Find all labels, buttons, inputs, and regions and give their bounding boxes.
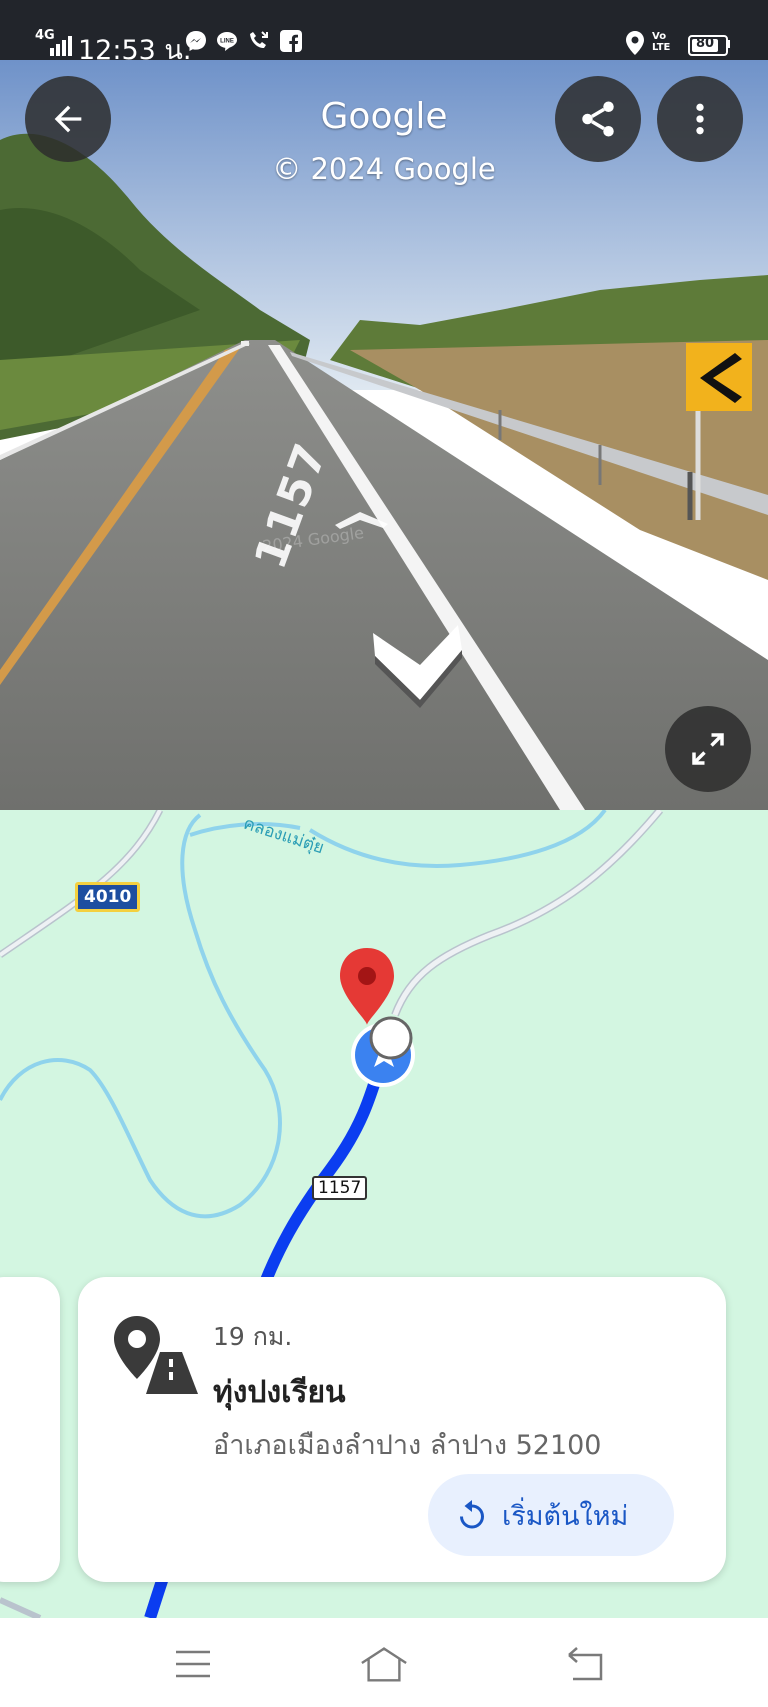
restart-icon xyxy=(460,1500,484,1529)
svg-text:LINE: LINE xyxy=(220,39,234,45)
place-card[interactable]: 19 กม. ทุ่งปงเรียน อำเภอเมืองลำปาง ลำปาง… xyxy=(78,1277,726,1582)
back-nav-icon xyxy=(568,1647,603,1681)
system-nav-bar xyxy=(0,1618,768,1707)
missed-call-icon xyxy=(250,31,268,48)
copyright-text: © 2024 Google xyxy=(272,152,496,186)
back-button[interactable] xyxy=(25,76,111,162)
signal-icon xyxy=(50,36,72,56)
share-button[interactable] xyxy=(555,76,641,162)
more-options-button[interactable] xyxy=(657,76,743,162)
expand-button[interactable] xyxy=(665,706,751,792)
place-address: อำเภอเมืองลำปาง ลำปาง 52100 xyxy=(213,1430,602,1461)
line-icon: LINE xyxy=(217,32,237,51)
back-nav-button[interactable] xyxy=(560,1644,610,1684)
distance-text: 19 กม. xyxy=(213,1322,293,1351)
battery-percent: 80 xyxy=(696,36,715,51)
battery-tip xyxy=(727,40,730,48)
place-pin-icon xyxy=(114,1316,198,1394)
restart-button[interactable]: เริ่มต้นใหม่ xyxy=(428,1474,674,1556)
share-icon xyxy=(582,101,614,137)
restart-label: เริ่มต้นใหม่ xyxy=(502,1500,629,1532)
location-icon xyxy=(626,31,644,55)
highway-shield-4010[interactable]: 4010 xyxy=(75,882,141,912)
expand-icon xyxy=(692,733,724,765)
menu-icon xyxy=(176,1650,210,1678)
street-view-panel[interactable]: 1157 2024 Google Google © 2024 Google xyxy=(0,60,768,810)
volte-indicator: Vo LTE xyxy=(652,31,671,53)
route-label-1157[interactable]: 1157 xyxy=(312,1176,368,1200)
menu-button[interactable] xyxy=(168,1644,218,1684)
back-arrow-icon xyxy=(54,105,82,133)
messenger-icon xyxy=(186,31,206,51)
more-vert-icon xyxy=(696,103,704,135)
home-button[interactable] xyxy=(359,1644,409,1684)
place-name: ทุ่งปงเรียน xyxy=(213,1375,346,1410)
previous-place-card[interactable] xyxy=(0,1277,60,1582)
home-icon xyxy=(361,1647,407,1682)
street-view-title: Google xyxy=(320,96,448,137)
status-bar: 4G 12:53 น. LINE Vo LTE 80 xyxy=(0,0,768,66)
battery-indicator: 80 xyxy=(688,35,728,56)
facebook-icon xyxy=(280,30,302,52)
